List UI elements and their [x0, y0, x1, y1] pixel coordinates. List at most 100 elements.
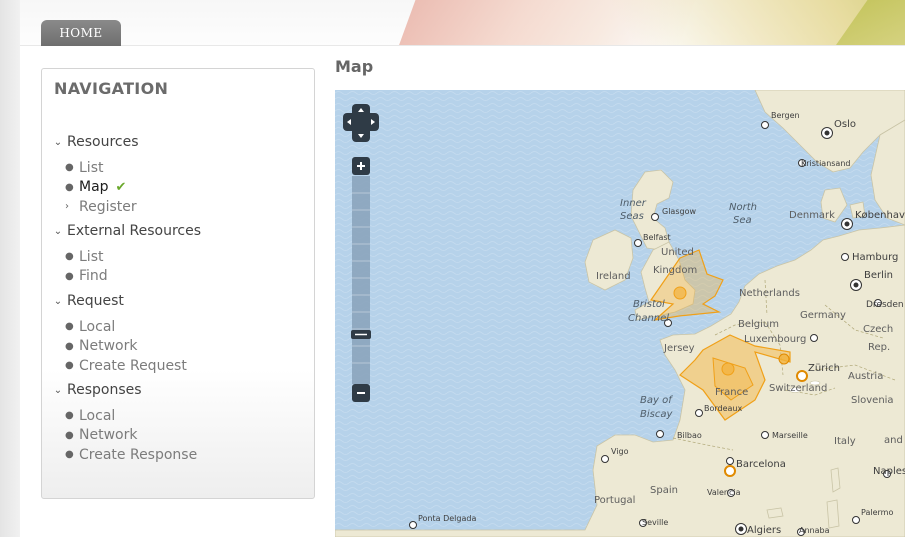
map-label: Inner	[620, 198, 647, 209]
nav-item-create-request[interactable]: ● Create Request	[50, 356, 187, 376]
map-label: Switzerland	[769, 383, 827, 394]
map-label: Bilbao	[677, 431, 702, 440]
nav-group-label: Responses	[67, 382, 142, 398]
map-label: Channel	[628, 313, 669, 324]
nav-item-label: Network	[79, 427, 138, 444]
map-label: København	[855, 210, 905, 221]
bullet-icon: ●	[65, 410, 74, 422]
bullet-icon: ●	[65, 162, 74, 174]
map-label: Slovenia	[851, 395, 894, 406]
map-label: Seas	[620, 211, 644, 222]
nav-item-label: List	[79, 248, 104, 265]
map-label: Sea	[733, 215, 752, 226]
navigation-title: NAVIGATION	[54, 79, 169, 98]
map-label: Jersey	[663, 343, 695, 354]
map-label: United	[661, 247, 694, 258]
nav-item-label: Network	[79, 338, 138, 355]
nav-group-label: Request	[67, 293, 124, 309]
home-tab[interactable]: HOME	[41, 20, 121, 46]
map-viewport[interactable]: Bergen Oslo Kristiansand Inner Seas Glas…	[335, 90, 905, 537]
map-label: Czech	[863, 324, 893, 335]
nav-group-label: External Resources	[67, 223, 202, 239]
checkmark-icon: ✔	[115, 179, 127, 195]
nav-item-label: Register	[79, 198, 137, 215]
map-label: Bergen	[771, 111, 800, 120]
nav-group-header[interactable]: ⌄ Responses	[50, 380, 197, 400]
bullet-icon: ●	[65, 181, 74, 193]
nav-item-external-list[interactable]: ● List	[50, 247, 201, 267]
map-label: Dresden	[866, 300, 904, 310]
map-label: North	[729, 202, 757, 213]
map-label: Biscay	[640, 409, 673, 420]
region-center-marker	[778, 353, 790, 365]
map-label: Algiers	[747, 525, 781, 536]
map-label: Italy	[834, 436, 856, 447]
chevron-down-icon: ⌄	[53, 384, 63, 396]
bullet-icon: ●	[65, 251, 74, 263]
nav-item-label: Create Request	[79, 357, 187, 374]
map-label: Glasgow	[662, 207, 696, 216]
map-label: France	[715, 387, 748, 398]
map-label: Valencia	[707, 488, 741, 497]
map-label: Bristol	[633, 299, 665, 310]
map-label: Belgium	[738, 319, 779, 330]
map-label: Vigo	[611, 447, 629, 456]
nav-item-resources-register[interactable]: › Register	[50, 197, 139, 217]
map-label: Belfast	[643, 233, 671, 242]
zoom-slider-track	[352, 176, 370, 384]
map-label: Naples	[873, 466, 905, 477]
map-label: Bordeaux	[704, 404, 743, 413]
nav-item-label: Find	[79, 268, 108, 285]
region-center-marker	[673, 286, 687, 300]
map-label: Zürich	[808, 363, 840, 374]
nav-item-label: Local	[79, 318, 116, 335]
nav-group-responses: ⌄ Responses ● Local ● Network ● Create R…	[50, 380, 197, 465]
nav-item-resources-map[interactable]: ● Map ✔	[50, 178, 139, 198]
map-label: Rep.	[868, 342, 890, 353]
nav-item-responses-local[interactable]: ● Local	[50, 406, 197, 426]
region-center-marker	[721, 362, 735, 376]
map-label: Barcelona	[736, 459, 786, 470]
map-label: Annaba	[799, 526, 830, 535]
nav-group-request: ⌄ Request ● Local ● Network ● Create Req…	[50, 291, 187, 376]
nav-item-request-network[interactable]: ● Network	[50, 337, 187, 357]
zoom-control[interactable]	[351, 157, 371, 402]
nav-item-create-response[interactable]: ● Create Response	[50, 445, 197, 465]
map-label: Ponta Delgada	[418, 514, 476, 523]
bullet-icon: ●	[65, 360, 74, 372]
nav-item-external-find[interactable]: ● Find	[50, 267, 201, 287]
nav-item-label: Map	[79, 179, 109, 196]
nav-group-label: Resources	[67, 134, 139, 150]
chevron-down-icon: ⌄	[53, 295, 63, 307]
map-label: Kristiansand	[801, 159, 850, 168]
nav-item-label: Local	[79, 407, 116, 424]
map-label: Luxembourg	[744, 334, 806, 345]
map-label: Palermo	[861, 508, 893, 517]
nav-item-responses-network[interactable]: ● Network	[50, 426, 197, 446]
nav-group-header[interactable]: ⌄ Resources	[50, 132, 139, 152]
map-label: Netherlands	[739, 288, 800, 299]
map-canvas: Bergen Oslo Kristiansand Inner Seas Glas…	[335, 90, 905, 537]
header-banner	[20, 0, 905, 46]
map-label: Seville	[642, 518, 668, 527]
page-title: Map	[335, 57, 374, 76]
map-label: Berlin	[864, 270, 893, 281]
nav-group-header[interactable]: ⌄ Request	[50, 291, 187, 311]
map-label: Spain	[650, 485, 678, 496]
chevron-right-icon: ›	[65, 201, 69, 213]
map-label: Kingdom	[653, 265, 697, 276]
nav-item-request-local[interactable]: ● Local	[50, 317, 187, 337]
map-label: Germany	[800, 310, 846, 321]
map-label: Marseille	[772, 431, 808, 440]
land-corsica	[830, 467, 841, 493]
map-label: Ireland	[596, 271, 631, 282]
bullet-icon: ●	[65, 449, 74, 461]
map-label: Portugal	[594, 495, 635, 506]
land-sardinia	[826, 499, 840, 529]
nav-item-resources-list[interactable]: ● List	[50, 158, 139, 178]
chevron-down-icon: ⌄	[53, 136, 63, 148]
nav-group-external-resources: ⌄ External Resources ● List ● Find	[50, 221, 201, 286]
bullet-icon: ●	[65, 429, 74, 441]
bullet-icon: ●	[65, 270, 74, 282]
nav-group-header[interactable]: ⌄ External Resources	[50, 221, 201, 241]
